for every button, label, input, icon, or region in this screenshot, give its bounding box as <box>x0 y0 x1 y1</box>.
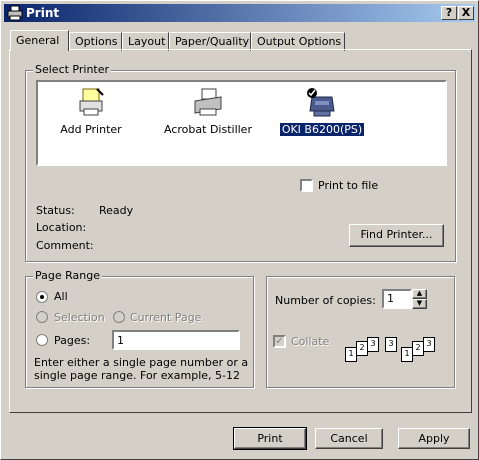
location-label: Location: <box>36 221 87 234</box>
tab-general[interactable]: General <box>10 30 69 51</box>
select-printer-group: Select Printer Add Printer Acrobat Disti… <box>25 63 456 262</box>
add-printer-icon <box>79 88 104 116</box>
default-printer-icon <box>307 88 335 117</box>
printer-item-acrobat[interactable]: Acrobat Distiller <box>158 87 258 136</box>
number-of-copies-label: Number of copies: <box>275 294 376 307</box>
printer-name-acrobat: Acrobat Distiller <box>164 123 252 136</box>
copies-input[interactable]: 1 <box>382 289 412 309</box>
page-range-help-text: Enter either a single page number or a s… <box>34 356 249 382</box>
window-title: Print <box>26 6 60 20</box>
copies-group: Number of copies: 1 ▲ ▼ ✓ Collate 3 2 1 … <box>266 276 455 388</box>
page-range-label: Page Range <box>33 269 102 282</box>
pages-input[interactable]: 1 <box>112 330 240 350</box>
selection-label: Selection <box>54 311 105 324</box>
printer-item-oki[interactable]: OKI B6200(PS) <box>272 87 372 137</box>
help-button[interactable]: ? <box>441 6 457 20</box>
collate-illustration-2: 3 2 1 <box>393 329 439 369</box>
apply-button[interactable]: Apply <box>398 428 470 449</box>
collate-label: Collate <box>291 335 330 348</box>
comment-label: Comment: <box>36 239 94 252</box>
all-label: All <box>54 290 68 303</box>
copies-down-button[interactable]: ▼ <box>412 299 427 309</box>
print-button[interactable]: Print <box>233 427 307 450</box>
printer-name-oki: OKI B6200(PS) <box>278 122 366 137</box>
print-to-file-label: Print to file <box>318 179 379 192</box>
page-range-group: Page Range All Selection Current Page Pa… <box>25 269 254 388</box>
printer-icon <box>7 5 23 21</box>
print-to-file-checkbox[interactable] <box>300 179 313 192</box>
title-bar[interactable]: Print ? X <box>4 4 475 22</box>
current-page-label: Current Page <box>130 311 202 324</box>
close-button[interactable]: X <box>458 6 474 20</box>
cancel-button[interactable]: Cancel <box>315 428 383 449</box>
collate-checkbox[interactable]: ✓ <box>273 335 286 348</box>
collate-illustration: 3 2 1 3 <box>345 329 397 369</box>
status-value: Ready <box>99 204 134 217</box>
find-printer-button[interactable]: Find Printer... <box>349 224 444 247</box>
selection-radio[interactable] <box>36 311 48 323</box>
all-radio[interactable] <box>36 291 48 303</box>
printer-name-add: Add Printer <box>60 123 122 136</box>
printer-icon <box>194 88 222 116</box>
pages-radio[interactable] <box>36 334 48 346</box>
general-tab-panel: Select Printer Add Printer Acrobat Disti… <box>9 49 472 413</box>
print-dialog: Print ? X General Options Layout Paper/Q… <box>0 0 479 460</box>
printer-list[interactable]: Add Printer Acrobat Distiller OKI B6200(… <box>36 80 447 166</box>
status-label: Status: <box>36 204 75 217</box>
pages-label: Pages: <box>54 334 91 347</box>
copies-up-button[interactable]: ▲ <box>412 289 427 299</box>
printer-item-add[interactable]: Add Printer <box>41 87 141 136</box>
current-page-radio[interactable] <box>113 311 125 323</box>
select-printer-label: Select Printer <box>33 63 112 76</box>
